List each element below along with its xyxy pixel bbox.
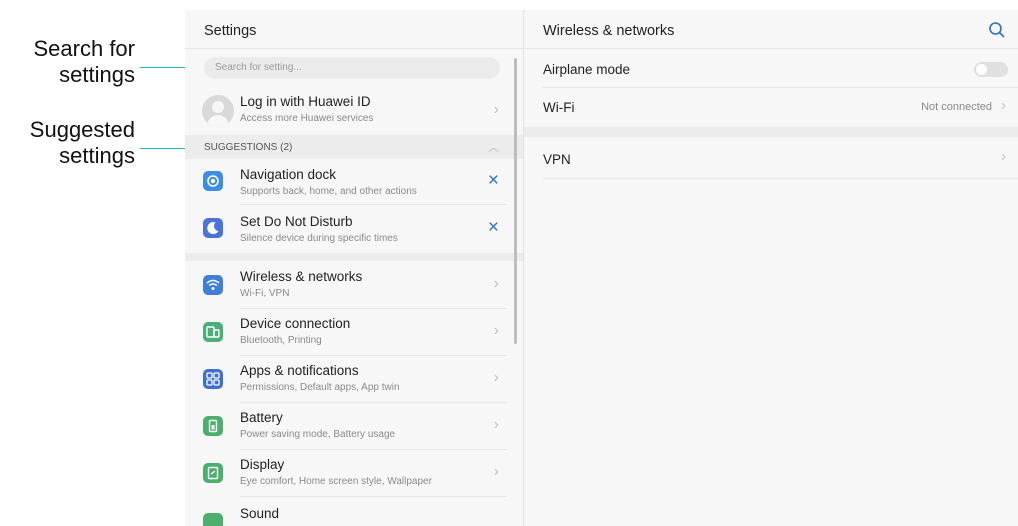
search-icon[interactable]: [988, 21, 1006, 44]
suggestion-navigation-dock[interactable]: Navigation dock Supports back, home, and…: [185, 159, 507, 205]
battery-row[interactable]: Battery Power saving mode, Battery usage…: [185, 403, 507, 450]
vpn-row[interactable]: VPN ›: [524, 138, 1018, 179]
vpn-label: VPN: [543, 152, 571, 167]
chevron-right-icon: ›: [493, 369, 499, 386]
divider: [543, 178, 1018, 179]
scrollbar[interactable]: [514, 58, 517, 344]
item-title: Device connection: [240, 316, 351, 331]
display-icon: [203, 463, 223, 483]
account-title: Log in with Huawei ID: [240, 94, 371, 109]
chevron-up-icon[interactable]: ︿: [488, 139, 499, 155]
settings-screen: Settings Search for setting... Log in wi…: [185, 10, 1018, 526]
device-connection-row[interactable]: Device connection Bluetooth, Printing ›: [185, 309, 507, 356]
item-subtitle: Power saving mode, Battery usage: [240, 429, 396, 440]
apps-icon: [203, 369, 223, 389]
chevron-right-icon: ›: [1001, 97, 1006, 114]
item-title: Wireless & networks: [240, 269, 363, 284]
wifi-row[interactable]: Wi-Fi Not connected ›: [524, 88, 1018, 126]
item-title: Apps & notifications: [240, 363, 359, 378]
huawei-id-login-row[interactable]: Log in with Huawei ID Access more Huawei…: [185, 88, 507, 134]
item-subtitle: Eye comfort, Home screen style, Wallpape…: [240, 476, 432, 487]
settings-list-pane: Settings Search for setting... Log in wi…: [185, 10, 524, 526]
annotation-search-for-settings: Search for settings: [34, 36, 136, 88]
suggestion-title: Navigation dock: [240, 167, 337, 182]
airplane-mode-label: Airplane mode: [543, 62, 631, 77]
navigation-dock-icon: [203, 171, 223, 191]
battery-icon: [203, 416, 223, 436]
dismiss-suggestion-button[interactable]: ×: [488, 170, 499, 192]
suggestion-subtitle: Supports back, home, and other actions: [240, 186, 417, 197]
wifi-status: Not connected: [921, 101, 992, 113]
divider: [240, 204, 507, 205]
section-gap: [524, 127, 1018, 137]
item-subtitle: Permissions, Default apps, App twin: [240, 382, 400, 393]
account-subtitle: Access more Huawei services: [240, 113, 374, 124]
annotation-line-1: Search for: [33, 36, 136, 61]
chevron-right-icon: ›: [493, 322, 499, 339]
sound-icon: [203, 513, 223, 526]
annotation-line-1: Suggested: [29, 117, 135, 142]
avatar: [202, 95, 234, 127]
wifi-label: Wi-Fi: [543, 100, 575, 115]
annotation-line-2: settings: [59, 62, 135, 87]
annotation-suggested-settings: Suggested settings: [30, 117, 135, 169]
wireless-networks-pane: Wireless & networks Airplane mode Wi-Fi …: [524, 10, 1018, 526]
wireless-networks-row[interactable]: Wireless & networks Wi-Fi, VPN ›: [185, 262, 507, 309]
search-input[interactable]: Search for setting...: [204, 57, 500, 79]
device-connection-icon: [203, 322, 223, 342]
item-subtitle: Wi-Fi, VPN: [240, 288, 290, 299]
suggestion-subtitle: Silence device during specific times: [240, 233, 398, 244]
suggestions-label: SUGGESTIONS (2): [204, 142, 293, 153]
item-title: Sound: [240, 506, 280, 521]
apps-notifications-row[interactable]: Apps & notifications Permissions, Defaul…: [185, 356, 507, 403]
chevron-right-icon: ›: [493, 275, 499, 292]
suggestion-title: Set Do Not Disturb: [240, 214, 353, 229]
chevron-right-icon: ›: [493, 101, 499, 118]
dismiss-suggestion-button[interactable]: ×: [488, 217, 499, 239]
moon-icon: [203, 218, 223, 238]
item-title: Display: [240, 457, 285, 472]
airplane-mode-toggle[interactable]: [974, 62, 1008, 77]
item-subtitle: Bluetooth, Printing: [240, 335, 322, 346]
detail-title: Wireless & networks: [524, 10, 1018, 49]
chevron-right-icon: ›: [493, 416, 499, 433]
sound-row[interactable]: Sound: [185, 497, 507, 526]
annotation-line-2: settings: [59, 143, 135, 168]
item-title: Battery: [240, 410, 283, 425]
suggestions-header: SUGGESTIONS (2) ︿: [185, 135, 523, 159]
chevron-right-icon: ›: [1001, 148, 1006, 165]
airplane-mode-row[interactable]: Airplane mode: [524, 50, 1018, 88]
section-gap: [185, 253, 523, 261]
page-title: Settings: [185, 10, 523, 49]
chevron-right-icon: ›: [493, 463, 499, 480]
suggestion-do-not-disturb[interactable]: Set Do Not Disturb Silence device during…: [185, 206, 507, 252]
wifi-icon: [203, 275, 223, 295]
display-row[interactable]: Display Eye comfort, Home screen style, …: [185, 450, 507, 497]
